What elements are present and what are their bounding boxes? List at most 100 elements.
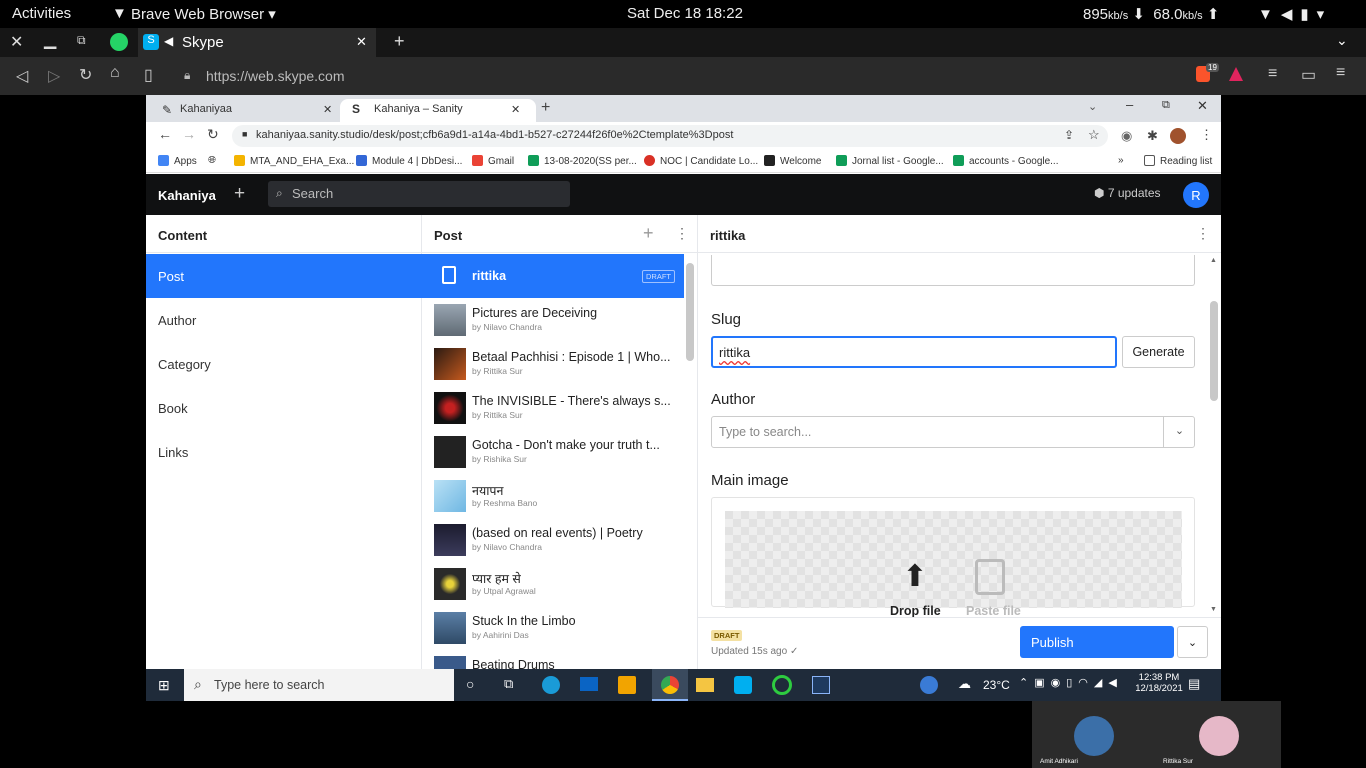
forward-icon[interactable]: ▷ xyxy=(48,66,60,86)
playlist-icon[interactable]: ≡ xyxy=(1268,65,1277,83)
avatar[interactable] xyxy=(1074,716,1114,756)
bookmark-accounts[interactable]: accounts - Google... xyxy=(953,155,1059,167)
menu-item-book[interactable]: Book xyxy=(146,386,422,430)
app-icon[interactable] xyxy=(772,675,792,695)
add-post-icon[interactable]: + xyxy=(643,223,654,244)
brave-tab-skype[interactable]: S ◀ Skype ✕ xyxy=(138,28,376,57)
camera-icon[interactable]: ◉ xyxy=(1121,128,1132,144)
scrollbar[interactable] xyxy=(1210,301,1218,401)
help-icon[interactable] xyxy=(920,676,938,694)
taskbar-clock[interactable]: 12:38 PM 12/18/2021 xyxy=(1134,672,1184,694)
studio-brand[interactable]: Kahaniya xyxy=(158,188,216,203)
back-icon[interactable]: ◁ xyxy=(16,66,28,86)
chrome-tab-sanity[interactable]: S Kahaniya – Sanity ✕ xyxy=(340,99,536,122)
file-explorer-icon[interactable] xyxy=(696,678,714,692)
title-field[interactable] xyxy=(711,255,1195,286)
clock[interactable]: Sat Dec 18 18:22 xyxy=(627,5,743,22)
new-tab-icon[interactable]: + xyxy=(541,99,550,117)
generate-button[interactable]: Generate xyxy=(1122,336,1195,368)
bookmark-gmail[interactable]: Gmail xyxy=(472,155,514,167)
audio-icon[interactable]: ◀ xyxy=(164,34,173,48)
list-item[interactable]: Gotcha - Don't make your truth t... by Ri… xyxy=(422,430,684,474)
bookmark-apps[interactable]: Apps xyxy=(158,155,197,167)
edge-icon[interactable] xyxy=(542,676,560,694)
list-item[interactable]: The INVISIBLE - There's always s... by Ri… xyxy=(422,386,684,430)
author-search-input[interactable]: Type to search... xyxy=(711,416,1195,448)
create-icon[interactable]: + xyxy=(234,183,245,205)
menu-item-links[interactable]: Links xyxy=(146,430,422,474)
search-input[interactable]: ⌕ Search xyxy=(268,181,570,207)
tab-menu-icon[interactable]: ⌄ xyxy=(1336,32,1348,49)
menu-icon[interactable]: ≡ xyxy=(1336,64,1345,82)
brave-url-bar[interactable]: 🔒︎ https://web.skype.com xyxy=(172,62,1182,90)
chrome-tab-kahaniyaa[interactable]: ✎ Kahaniyaa ✕ xyxy=(146,99,340,122)
chrome-omnibox[interactable]: ■ kahaniyaa.sanity.studio/desk/post;cfb6… xyxy=(232,125,1108,147)
list-item[interactable]: प्यार हम से by Utpal Agrawal xyxy=(422,562,684,606)
chevron-down-icon[interactable]: ⌄ xyxy=(1163,416,1195,448)
globe-icon[interactable]: 🌐︎ xyxy=(208,155,216,166)
reload-icon[interactable]: ↻ xyxy=(79,65,92,85)
bookmark-icon[interactable]: ▯ xyxy=(144,65,153,85)
bookmark-13-08-2020[interactable]: 13-08-2020(SS per... xyxy=(528,155,637,167)
forward-icon[interactable]: → xyxy=(182,126,196,142)
menu-item-author[interactable]: Author xyxy=(146,298,422,342)
app-icon-2[interactable] xyxy=(812,676,830,694)
scroll-up-icon[interactable]: ▲ xyxy=(1210,257,1218,264)
list-item[interactable]: Pictures are Deceiving by Nilavo Chandra xyxy=(422,298,684,342)
task-view-icon[interactable]: ⧉ xyxy=(504,676,513,692)
menu-item-category[interactable]: Category xyxy=(146,342,422,386)
bookmark-jornal[interactable]: Jornal list - Google... xyxy=(836,155,944,167)
reading-list[interactable]: Reading list xyxy=(1144,155,1212,167)
tab-close-icon[interactable]: ✕ xyxy=(511,103,520,116)
cortana-icon[interactable]: ○ xyxy=(466,676,474,692)
brave-rewards-icon[interactable] xyxy=(1229,67,1243,81)
taskbar-search[interactable]: ⌕ Type here to search xyxy=(184,669,454,701)
list-item[interactable]: Stuck In the Limbo by Aahirini Das xyxy=(422,606,684,650)
wallet-icon[interactable]: ▭ xyxy=(1301,65,1316,85)
bookmark-welcome[interactable]: Welcome xyxy=(764,155,822,167)
menu-item-post[interactable]: Post xyxy=(146,254,422,298)
home-icon[interactable]: ⌂ xyxy=(110,64,120,82)
more-bookmarks-icon[interactable]: » xyxy=(1118,155,1124,166)
slug-input[interactable]: rittika xyxy=(711,336,1117,368)
mail-icon[interactable] xyxy=(580,677,598,691)
minimize-icon[interactable]: ▁ xyxy=(44,30,56,50)
kebab-menu-icon[interactable]: ⋮ xyxy=(1200,127,1213,143)
bookmark-module4[interactable]: Module 4 | DbDesi... xyxy=(356,155,462,167)
document-menu-icon[interactable]: ⋮ xyxy=(1196,225,1210,242)
profile-avatar[interactable] xyxy=(1170,128,1186,144)
notifications-icon[interactable]: ▤ xyxy=(1188,676,1200,692)
publish-button[interactable]: Publish xyxy=(1020,626,1174,658)
back-icon[interactable]: ← xyxy=(158,126,172,142)
store-icon[interactable] xyxy=(618,676,636,694)
reload-icon[interactable]: ↻ xyxy=(207,126,219,143)
system-tray-icons[interactable]: ▼◀▮▾ xyxy=(1258,5,1332,23)
publish-options-button[interactable]: ⌄ xyxy=(1177,626,1208,658)
list-item[interactable]: नयापन by Reshma Bano xyxy=(422,474,684,518)
updates-button[interactable]: ⬢ 7 updates xyxy=(1094,186,1161,200)
tab-close-icon[interactable]: ✕ xyxy=(323,103,332,116)
bookmark-mta[interactable]: MTA_AND_EHA_Exa... xyxy=(234,155,354,167)
avatar[interactable] xyxy=(1199,716,1239,756)
star-icon[interactable]: ☆ xyxy=(1088,127,1100,143)
list-item[interactable]: Betaal Pachhisi : Episode 1 | Who... by R… xyxy=(422,342,684,386)
whatsapp-icon[interactable] xyxy=(110,33,128,51)
scrollbar[interactable] xyxy=(686,263,694,361)
minimize-icon[interactable]: – xyxy=(1126,97,1133,112)
tab-search-icon[interactable]: ⌄ xyxy=(1088,100,1097,113)
windows-start-icon[interactable]: ⊞ xyxy=(158,677,170,694)
tab-close-icon[interactable]: ✕ xyxy=(356,34,367,50)
scroll-down-icon[interactable]: ▼ xyxy=(1210,606,1217,613)
pane-menu-icon[interactable]: ⋮ xyxy=(675,225,689,242)
skype-icon[interactable] xyxy=(734,676,752,694)
close-icon[interactable]: ✕ xyxy=(10,32,23,52)
close-icon[interactable]: ✕ xyxy=(1197,98,1208,114)
image-dropzone[interactable]: ⬆ Drop file Paste file xyxy=(725,511,1182,618)
activities-button[interactable]: Activities xyxy=(12,5,71,22)
app-menu[interactable]: Brave Web Browser ▾ xyxy=(131,5,276,23)
tray-icons[interactable]: ⌃▣◉▯◠◢◀ xyxy=(1019,676,1123,689)
bookmark-noc[interactable]: NOC | Candidate Lo... xyxy=(644,155,758,167)
weather-icon[interactable]: ☁ xyxy=(958,676,971,692)
share-icon[interactable]: ⇪ xyxy=(1064,128,1074,142)
lock-icon[interactable]: 🔒︎ xyxy=(184,68,190,83)
